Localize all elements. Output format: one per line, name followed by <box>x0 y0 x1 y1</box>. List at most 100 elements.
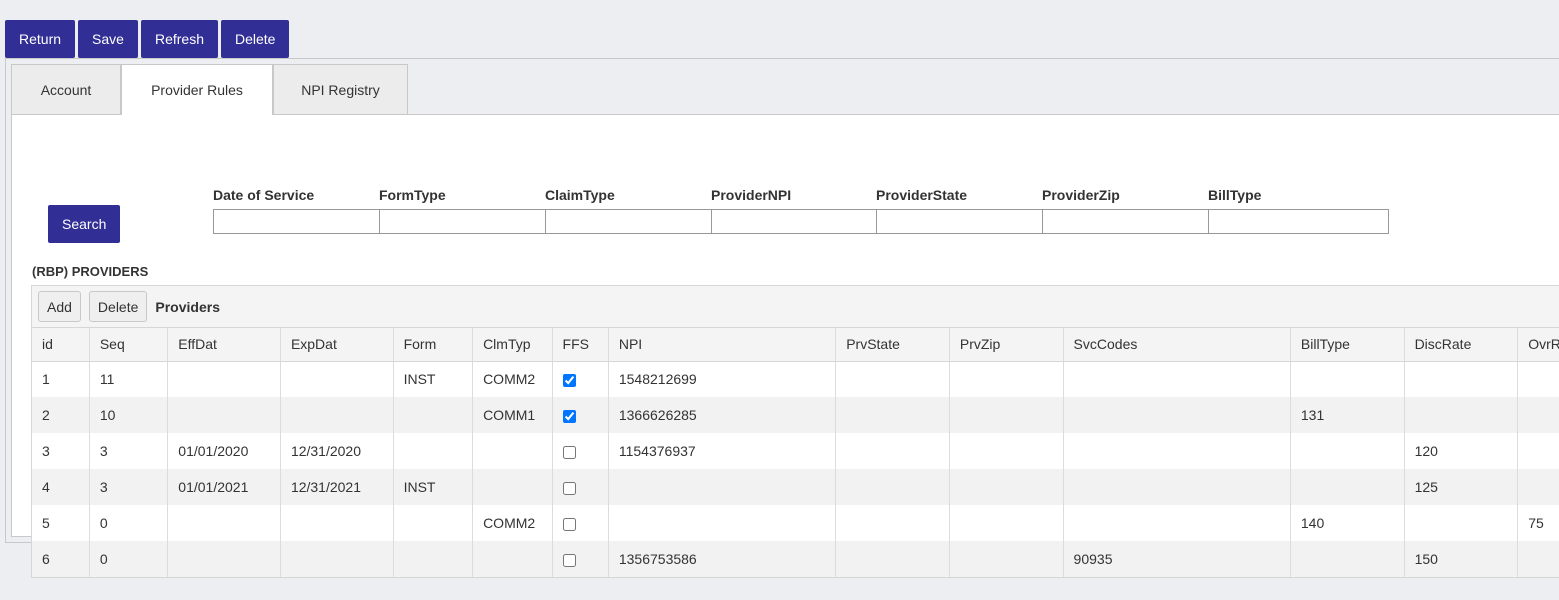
table-row[interactable]: 4 3 01/01/2021 12/31/2021 INST 125 <box>32 469 1559 505</box>
filter-label: ProviderNPI <box>711 187 792 203</box>
delete-row-button[interactable]: Delete <box>88 291 148 322</box>
providers-grid: Add Delete Providers id Seq EffDat ExpDa <box>31 285 1559 578</box>
cell-effdat: 01/01/2020 <box>167 433 281 469</box>
ffs-checkbox[interactable] <box>562 553 576 567</box>
table-body: 1 11 INST COMM2 1548212699 2 10 COMM1 13… <box>32 361 1559 577</box>
cell-clmtyp: COMM2 <box>472 361 553 397</box>
date-of-service-input[interactable] <box>213 209 379 234</box>
cell-clmtyp <box>472 433 553 469</box>
cell-billtype <box>1290 433 1405 469</box>
providernpi-input[interactable] <box>711 209 876 234</box>
ffs-checkbox[interactable] <box>562 517 576 531</box>
cell-prvzip <box>949 469 1064 505</box>
column-header-npi[interactable]: NPI <box>608 328 837 362</box>
cell-ffs <box>552 433 609 469</box>
cell-clmtyp <box>472 541 553 577</box>
return-button[interactable]: Return <box>5 20 76 58</box>
cell-prvstate <box>835 361 950 397</box>
filter-providerstate: ProviderState <box>876 187 1042 234</box>
section-title: (RBP) PROVIDERS <box>32 264 149 279</box>
top-toolbar: Return Save Refresh Delete <box>5 20 290 58</box>
cell-ffs <box>552 361 609 397</box>
filter-label: FormType <box>379 187 446 203</box>
cell-seq: 0 <box>89 541 169 577</box>
column-header-expdat[interactable]: ExpDat <box>280 328 394 362</box>
table-row[interactable]: 2 10 COMM1 1366626285 131 <box>32 397 1559 433</box>
table-header-row: id Seq EffDat ExpDat Form ClmTyp FFS NPI… <box>32 328 1559 362</box>
cell-seq: 3 <box>89 433 169 469</box>
cell-expdat <box>280 541 394 577</box>
cell-discrate: 125 <box>1404 469 1519 505</box>
delete-button[interactable]: Delete <box>220 20 290 58</box>
column-header-prvzip[interactable]: PrvZip <box>949 328 1064 362</box>
cell-form <box>393 397 474 433</box>
cell-prvzip <box>949 433 1064 469</box>
table-row[interactable]: 6 0 1356753586 90935 150 <box>32 541 1559 577</box>
cell-billtype: 140 <box>1290 505 1405 541</box>
cell-svccodes <box>1063 469 1291 505</box>
search-filters: Date of Service FormType ClaimType Provi… <box>213 187 1389 234</box>
save-button[interactable]: Save <box>78 20 138 58</box>
column-header-prvstate[interactable]: PrvState <box>835 328 950 362</box>
cell-svccodes: 90935 <box>1063 541 1291 577</box>
ffs-checkbox[interactable] <box>562 481 576 495</box>
filter-date-of-service: Date of Service <box>213 187 379 234</box>
cell-seq: 3 <box>89 469 169 505</box>
cell-discrate <box>1404 505 1519 541</box>
cell-ffs <box>552 541 609 577</box>
providerzip-input[interactable] <box>1042 209 1208 234</box>
cell-expdat: 12/31/2020 <box>280 433 394 469</box>
cell-expdat: 12/31/2021 <box>280 469 394 505</box>
cell-id: 2 <box>32 397 90 433</box>
cell-npi: 1154376937 <box>608 433 837 469</box>
refresh-button[interactable]: Refresh <box>140 20 218 58</box>
cell-seq: 11 <box>89 361 169 397</box>
formtype-input[interactable] <box>379 209 545 234</box>
ffs-checkbox[interactable] <box>562 409 576 423</box>
table-row[interactable]: 3 3 01/01/2020 12/31/2020 1154376937 120 <box>32 433 1559 469</box>
search-button[interactable]: Search <box>48 205 120 243</box>
column-header-billtype[interactable]: BillType <box>1290 328 1405 362</box>
cell-effdat <box>167 397 281 433</box>
cell-npi <box>608 505 837 541</box>
column-header-id[interactable]: id <box>32 328 90 362</box>
table-row[interactable]: 1 11 INST COMM2 1548212699 <box>32 361 1559 397</box>
cell-id: 5 <box>32 505 90 541</box>
column-header-svccodes[interactable]: SvcCodes <box>1063 328 1291 362</box>
cell-expdat <box>280 505 394 541</box>
column-header-seq[interactable]: Seq <box>89 328 169 362</box>
claimtype-input[interactable] <box>545 209 711 234</box>
cell-effdat <box>167 505 281 541</box>
tab-account[interactable]: Account <box>11 64 121 114</box>
add-row-button[interactable]: Add <box>38 291 81 322</box>
tab-provider-rules[interactable]: Provider Rules <box>121 64 273 115</box>
filter-claimtype: ClaimType <box>545 187 711 234</box>
column-header-form[interactable]: Form <box>393 328 474 362</box>
cell-seq: 10 <box>89 397 169 433</box>
table-row[interactable]: 5 0 COMM2 140 75 <box>32 505 1559 541</box>
providers-table: id Seq EffDat ExpDat Form ClmTyp FFS NPI… <box>32 328 1559 577</box>
cell-ovrrate <box>1517 361 1559 397</box>
cell-ffs <box>552 505 609 541</box>
cell-effdat <box>167 541 281 577</box>
providerstate-input[interactable] <box>876 209 1042 234</box>
column-header-ffs[interactable]: FFS <box>552 328 609 362</box>
cell-prvzip <box>949 541 1064 577</box>
column-header-discrate[interactable]: DiscRate <box>1404 328 1519 362</box>
ffs-checkbox[interactable] <box>562 374 576 388</box>
column-header-ovrrate[interactable]: OvrRate <box>1517 328 1559 362</box>
filter-formtype: FormType <box>379 187 545 234</box>
cell-discrate: 120 <box>1404 433 1519 469</box>
cell-svccodes <box>1063 397 1291 433</box>
cell-discrate <box>1404 397 1519 433</box>
cell-npi: 1356753586 <box>608 541 837 577</box>
cell-id: 1 <box>32 361 90 397</box>
ffs-checkbox[interactable] <box>562 445 576 459</box>
cell-prvstate <box>835 505 950 541</box>
billtype-input[interactable] <box>1208 209 1389 234</box>
cell-ffs <box>552 397 609 433</box>
cell-prvstate <box>835 433 950 469</box>
column-header-effdat[interactable]: EffDat <box>167 328 281 362</box>
column-header-clmtyp[interactable]: ClmTyp <box>472 328 553 362</box>
tab-npi-registry[interactable]: NPI Registry <box>273 64 408 114</box>
